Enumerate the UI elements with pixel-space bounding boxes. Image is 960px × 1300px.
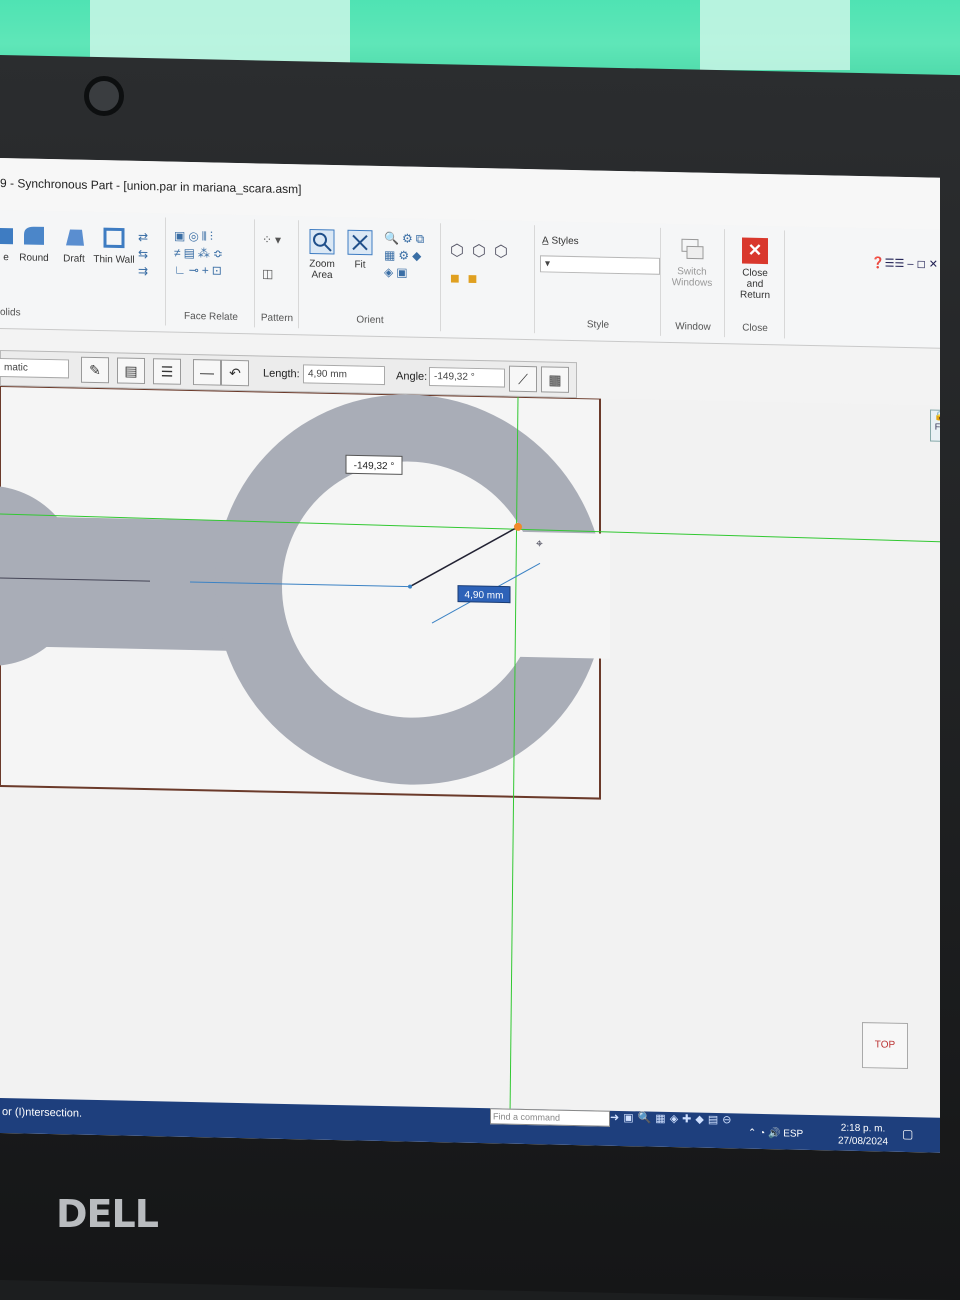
pattern-tools-icon[interactable]: ⁘▾ ◫ [262,231,284,282]
round-button[interactable]: Round [12,222,56,264]
angle-input[interactable]: -149,32 ° [429,366,505,388]
clock-time: 2:18 p. m. [840,1122,886,1135]
zoom-area-label: Zoom Area [309,258,335,281]
close-and-return-label: Close and Return [739,267,770,302]
screen: 9 - Synchronous Part - [union.par in mar… [0,158,940,1153]
close-and-return-button[interactable]: ✕ Close and Return [733,237,777,301]
round-icon [24,226,44,245]
pattern-group: ⁘▾ ◫ Pattern [256,219,299,329]
options-icon[interactable]: ▦ [541,366,569,393]
language-indicator: ESP [783,1128,804,1140]
prompt-text: or (I)ntersection. [2,1106,83,1120]
lock-plane-icon[interactable]: 🔒 F3 [930,409,940,442]
zoom-area-icon [309,228,335,255]
pattern-group-label: Pattern [260,312,294,325]
line-tool-icon[interactable]: ⟋ [509,365,537,393]
window-group-label: Window [675,321,711,333]
solids-small-tools-icon[interactable]: ⇄ ⇆ ⇉ [138,229,151,280]
c-ring-opening [510,531,610,659]
line-mode-icon[interactable]: — [193,359,221,386]
close-icon: ✕ [742,237,768,265]
window-title: 9 - Synchronous Part - [union.par in mar… [0,176,302,197]
window-group: Switch Windows Window [662,227,725,338]
styles-label: Styles [551,235,579,248]
solids-group-label: olids [0,307,21,319]
fit-button[interactable]: Fit [338,229,382,271]
line-width-icon[interactable]: ☰ [153,358,181,385]
line-style-icon[interactable]: ▤ [117,357,145,385]
length-label: Length: [263,367,300,381]
view-cube-icons[interactable]: ⬡⬡⬡ ■■ [450,237,516,294]
solids-group: e Round Draft Thin Wall ⇄ ⇆ ⇉ olids [0,214,166,326]
clock[interactable]: 2:18 p. m. 27/08/2024 [838,1122,888,1149]
thin-wall-button[interactable]: Thin Wall [92,224,136,266]
ribbon: e Round Draft Thin Wall ⇄ ⇆ ⇉ olids ▣◎⫴⫶ ≠▤… [0,210,940,349]
thin-wall-icon [103,227,125,249]
clock-date: 27/08/2024 [838,1135,889,1148]
switch-windows-icon [681,238,704,260]
face-relate-group: ▣◎⫴⫶ ≠▤⁂≎ ∟⊸+⊡ Face Relate [168,217,255,328]
arc-mode-icon[interactable]: ↶ [221,359,249,387]
find-command-input[interactable]: Find a command [490,1108,610,1127]
close-group: ✕ Close and Return Close [726,229,785,339]
cursor-icon: ⌖ [536,536,543,550]
orient-tools-icon[interactable]: 🔍⚙⧉ ▦⚙◆ ◈▣ [384,230,427,282]
part-drawing: -149,32 ° 4,90 mm ⌖ [0,384,940,1117]
system-tray[interactable]: ⌃ ◔ 🔊 ESP [748,1128,803,1140]
thin-wall-label: Thin Wall [93,253,135,266]
length-input[interactable]: 4,90 mm [303,364,385,386]
fit-label: Fit [354,259,366,271]
face-relate-tools-icon[interactable]: ▣◎⫴⫶ ≠▤⁂≎ ∟⊸+⊡ [174,228,226,280]
style-group: A̲ Styles ▾ Style [536,225,661,336]
window-light [700,0,850,70]
switch-windows-label: Switch Windows [671,266,713,289]
step-icon[interactable]: ✎ [81,356,109,384]
fit-icon [347,229,373,256]
styles-button[interactable]: A̲ Styles [542,235,579,247]
drawing-canvas[interactable]: -149,32 ° 4,90 mm ⌖ [0,384,940,1126]
view-toolbar-icons[interactable]: ➜▣🔍▦◈✚◆▤⊖ [610,1111,735,1127]
style-combo[interactable]: ▾ [540,255,660,275]
views-group: ⬡⬡⬡ ■■ [442,223,535,334]
angle-dimension-text: -149,32 ° [354,460,395,472]
help-and-window-controls[interactable]: ❓☰☰ – ◻ ✕ [871,256,938,270]
draft-icon [66,229,84,246]
webcam-icon [84,76,124,116]
notification-icon[interactable]: ▢ [902,1127,913,1141]
face-relate-group-label: Face Relate [184,310,238,323]
close-group-label: Close [742,322,768,335]
length-dimension-text: 4,90 mm [465,590,504,602]
round-label: Round [19,252,49,265]
style-group-label: Style [586,319,610,331]
orient-group: Zoom Area Fit 🔍⚙⧉ ▦⚙◆ ◈▣ Orient [300,220,441,332]
draft-label: Draft [63,253,85,265]
orient-group-label: Orient [356,314,384,327]
brand-logo: DELL [56,1192,159,1236]
view-label[interactable]: TOP [862,1022,908,1070]
switch-windows-button[interactable]: Switch Windows [670,236,714,289]
angle-label: Angle: [396,370,428,383]
draft-button[interactable]: Draft [52,223,96,265]
mode-select[interactable]: matic [0,357,69,379]
